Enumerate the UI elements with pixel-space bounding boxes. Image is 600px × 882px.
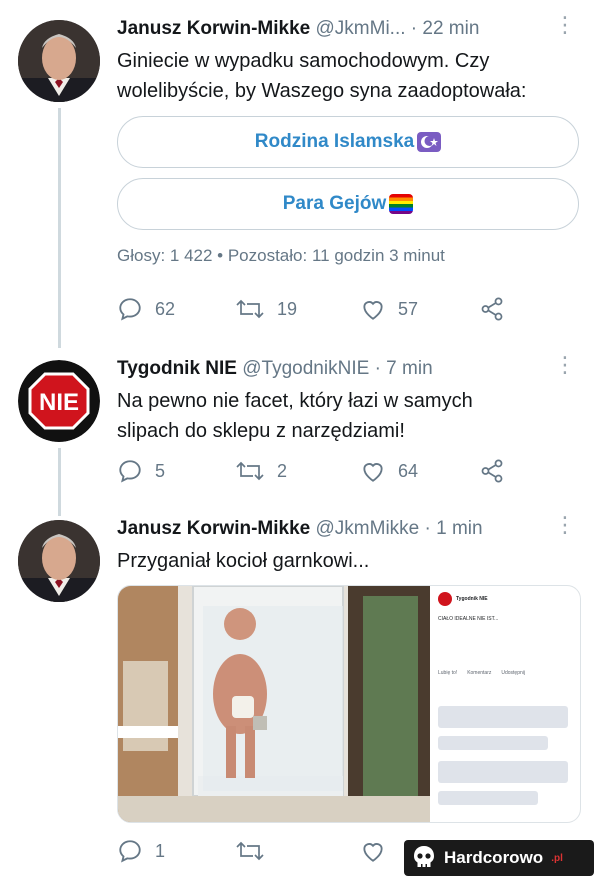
shower-photo bbox=[118, 586, 430, 822]
author-name[interactable]: Janusz Korwin-Mikke bbox=[117, 518, 310, 539]
like-button[interactable] bbox=[360, 838, 386, 864]
timestamp[interactable]: 7 min bbox=[386, 358, 432, 379]
avatar[interactable] bbox=[18, 20, 100, 102]
author-handle[interactable]: @JkmMi... bbox=[316, 18, 406, 39]
reply-button[interactable]: 1 bbox=[117, 838, 165, 864]
tweet-text: Na pewno nie facet, który łazi w samych … bbox=[117, 390, 473, 442]
tweet-header: Janusz Korwin-Mikke @JkmMikke · 1 min bbox=[117, 518, 483, 539]
retweet-button[interactable]: 2 bbox=[235, 458, 287, 484]
author-name[interactable]: Tygodnik NIE bbox=[117, 358, 237, 379]
more-options-icon[interactable]: ⋮ bbox=[554, 514, 576, 536]
like-button[interactable]: 64 bbox=[360, 458, 418, 484]
reply-button[interactable]: 5 bbox=[117, 458, 165, 484]
heart-icon bbox=[363, 843, 383, 862]
site-watermark: Hardcorowo .pl bbox=[404, 840, 594, 876]
more-options-icon[interactable]: ⋮ bbox=[554, 354, 576, 376]
tweet-text: Przyganiał kocioł garnkowi... bbox=[117, 550, 370, 572]
nie-logo-icon bbox=[438, 592, 452, 606]
facebook-post-screenshot: Tygodnik NIE CIAŁO IDEALNE NIE IST... Lu… bbox=[430, 586, 580, 822]
poll-option-2[interactable]: Para Gejów bbox=[117, 178, 579, 230]
heart-icon bbox=[363, 463, 383, 482]
reply-icon bbox=[119, 460, 141, 483]
timestamp[interactable]: 1 min bbox=[436, 518, 482, 539]
rainbow-flag-icon bbox=[389, 194, 414, 214]
share-button[interactable] bbox=[479, 458, 505, 484]
tweet-actions: 62 19 57 bbox=[117, 296, 537, 326]
timestamp[interactable]: 22 min bbox=[422, 18, 479, 39]
tweet-1[interactable]: Janusz Korwin-Mikke @JkmMi... · 22 min ⋮… bbox=[0, 12, 600, 348]
tweet-actions: 5 2 64 bbox=[117, 458, 537, 488]
tweet-header: Janusz Korwin-Mikke @JkmMi... · 22 min bbox=[117, 18, 480, 39]
avatar[interactable] bbox=[18, 520, 100, 602]
tweet-media[interactable]: Tygodnik NIE CIAŁO IDEALNE NIE IST... Lu… bbox=[117, 585, 581, 823]
tweet-2[interactable]: NIE Tygodnik NIE @TygodnikNIE · 7 min ⋮ … bbox=[0, 352, 600, 516]
share-icon bbox=[481, 459, 503, 483]
tweet-text: Giniecie w wypadku samochodowym. Czy wol… bbox=[117, 50, 527, 102]
skull-icon bbox=[414, 846, 434, 867]
poll-option-1[interactable]: Rodzina Islamska bbox=[117, 116, 579, 168]
tweet-header: Tygodnik NIE @TygodnikNIE · 7 min bbox=[117, 358, 433, 379]
retweet-icon bbox=[236, 841, 264, 861]
star-crescent-icon bbox=[417, 132, 442, 152]
nie-logo-icon: NIE bbox=[18, 360, 100, 442]
author-handle[interactable]: @JkmMikke bbox=[316, 518, 420, 539]
thread-line bbox=[58, 448, 61, 516]
reply-icon bbox=[119, 298, 141, 321]
more-options-icon[interactable]: ⋮ bbox=[554, 14, 576, 36]
svg-text:NIE: NIE bbox=[39, 389, 79, 416]
portrait-icon bbox=[18, 20, 100, 102]
reply-button[interactable]: 62 bbox=[117, 296, 175, 322]
retweet-button[interactable]: 19 bbox=[235, 296, 297, 322]
retweet-icon bbox=[236, 461, 264, 481]
retweet-button[interactable] bbox=[235, 838, 265, 864]
share-icon bbox=[481, 297, 503, 321]
share-button[interactable] bbox=[479, 296, 505, 322]
retweet-icon bbox=[236, 299, 264, 319]
avatar[interactable]: NIE bbox=[18, 360, 100, 442]
like-button[interactable]: 57 bbox=[360, 296, 418, 322]
portrait-icon bbox=[18, 520, 100, 602]
thread-line bbox=[58, 108, 61, 348]
author-name[interactable]: Janusz Korwin-Mikke bbox=[117, 18, 310, 39]
reply-icon bbox=[119, 840, 141, 863]
author-handle[interactable]: @TygodnikNIE bbox=[242, 358, 369, 379]
poll-meta: Głosy: 1 422 • Pozostało: 11 godzin 3 mi… bbox=[117, 246, 445, 265]
heart-icon bbox=[363, 301, 383, 320]
